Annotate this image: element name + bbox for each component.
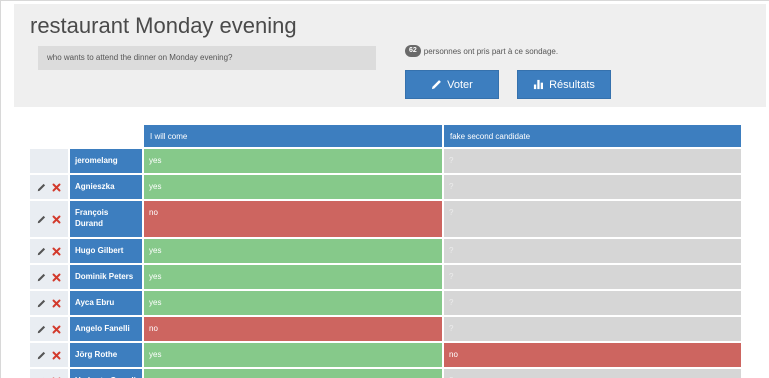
row-actions xyxy=(30,317,68,341)
vote-cell: yes xyxy=(144,149,442,173)
vote-button-label: Voter xyxy=(447,78,473,91)
participant-count-badge: 62 xyxy=(405,45,421,57)
close-icon[interactable] xyxy=(52,299,61,308)
vote-cell: ? xyxy=(444,265,741,289)
results-button-label: Résultats xyxy=(549,78,595,91)
pencil-icon[interactable] xyxy=(37,351,46,360)
participant-name: jeromelang xyxy=(70,149,142,173)
vote-cell: yes xyxy=(144,291,442,315)
close-icon[interactable] xyxy=(52,325,61,334)
close-icon[interactable] xyxy=(52,273,61,282)
column-header: I will come xyxy=(144,125,442,147)
participant-name: Jörg Rothe xyxy=(70,343,142,367)
vote-cell: yes xyxy=(144,369,442,378)
pencil-icon[interactable] xyxy=(37,183,46,192)
participant-name: Hugo Gilbert xyxy=(70,239,142,263)
results-button[interactable]: Résultats xyxy=(517,70,611,99)
row-actions xyxy=(30,265,68,289)
pencil-icon[interactable] xyxy=(37,325,46,334)
participant-name: Ayca Ebru xyxy=(70,291,142,315)
vote-cell: ? xyxy=(444,369,741,378)
participants-info: 62 personnes ont pris part à ce sondage. xyxy=(405,45,558,57)
vote-cell: no xyxy=(144,317,442,341)
close-icon[interactable] xyxy=(52,247,61,256)
page-title: restaurant Monday evening xyxy=(30,13,297,38)
vote-button[interactable]: Voter xyxy=(405,70,499,99)
participant-name: Dominik Peters xyxy=(70,265,142,289)
vote-cell: ? xyxy=(444,317,741,341)
pencil-icon xyxy=(432,80,442,90)
vote-cell: ? xyxy=(444,201,741,237)
column-header: fake second candidate xyxy=(444,125,741,147)
row-actions xyxy=(30,369,68,378)
vote-cell: yes xyxy=(144,343,442,367)
participant-name: Umberto Grandi xyxy=(70,369,142,378)
participant-name: Angelo Fanelli xyxy=(70,317,142,341)
row-actions xyxy=(30,201,68,237)
vote-cell: ? xyxy=(444,239,741,263)
row-actions xyxy=(30,291,68,315)
vote-cell: ? xyxy=(444,291,741,315)
row-actions xyxy=(30,239,68,263)
close-icon[interactable] xyxy=(52,351,61,360)
vote-cell: yes xyxy=(144,239,442,263)
vote-cell: ? xyxy=(444,149,741,173)
participant-name: François Durand xyxy=(70,201,142,237)
pencil-icon[interactable] xyxy=(37,247,46,256)
participant-name: Agnieszka xyxy=(70,175,142,199)
row-actions xyxy=(30,149,68,173)
pencil-icon[interactable] xyxy=(37,299,46,308)
poll-description: who wants to attend the dinner on Monday… xyxy=(38,46,376,70)
pencil-icon[interactable] xyxy=(37,215,46,224)
row-actions xyxy=(30,343,68,367)
vote-cell: no xyxy=(144,201,442,237)
row-actions xyxy=(30,175,68,199)
close-icon[interactable] xyxy=(52,215,61,224)
bar-chart-icon xyxy=(533,79,544,90)
vote-cell: yes xyxy=(144,175,442,199)
vote-cell: yes xyxy=(144,265,442,289)
vote-cell: no xyxy=(444,343,741,367)
participants-text: personnes ont pris part à ce sondage. xyxy=(423,46,559,56)
vote-cell: ? xyxy=(444,175,741,199)
close-icon[interactable] xyxy=(52,183,61,192)
pencil-icon[interactable] xyxy=(37,273,46,282)
